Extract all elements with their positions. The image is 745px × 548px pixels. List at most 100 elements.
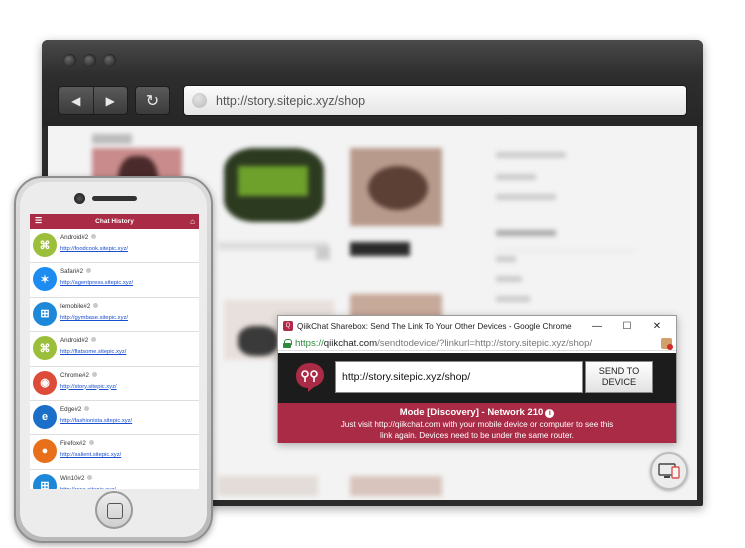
stage: ◀ ▶ ↻ http://story.sitepic.xyz/shop Q Qi… xyxy=(0,0,745,548)
sharebox-popup-window: Q QiikChat Sharebox: Send The Link To Yo… xyxy=(277,315,677,443)
address-scheme: https:// xyxy=(295,337,324,349)
edge-icon: e xyxy=(33,404,57,429)
icon-glyph: ⊞ xyxy=(40,480,50,489)
icon-glyph: ⊞ xyxy=(40,308,50,321)
chat-device-label: Chrome#2 xyxy=(60,371,89,379)
extension-icon[interactable] xyxy=(661,338,673,350)
chat-device-label: Android#2 xyxy=(60,234,89,241)
home-icon[interactable]: ⌂ xyxy=(190,214,195,229)
chat-link[interactable]: http://foodcook.sitepic.xyz/ xyxy=(60,246,128,252)
chat-history-title: Chat History xyxy=(95,218,134,225)
popup-titlebar: Q QiikChat Sharebox: Send The Link To Yo… xyxy=(278,316,676,336)
send-to-device-button[interactable]: SEND TO DEVICE xyxy=(585,361,653,393)
maximize-icon[interactable]: ☐ xyxy=(612,318,642,334)
address-bar[interactable]: http://story.sitepic.xyz/shop xyxy=(183,85,687,116)
qiikchat-logo-icon xyxy=(296,363,324,392)
chat-item[interactable]: e Edge#2 http://fashionista.sitepic.xyz/ xyxy=(30,401,199,436)
icon-glyph: ✶ xyxy=(40,273,50,286)
status-dot-icon xyxy=(88,440,94,446)
reload-icon[interactable]: ↻ xyxy=(135,86,170,115)
chat-list: ⌘ Android#2 http://foodcook.sitepic.xyz/ ✶ S… xyxy=(30,229,199,489)
popup-window-title: QiikChat Sharebox: Send The Link To Your… xyxy=(297,321,572,331)
icon-glyph: ◉ xyxy=(40,377,50,390)
windows-icon: ⊞ xyxy=(33,301,57,326)
chat-device-name: Android#2 xyxy=(60,337,97,345)
forward-icon[interactable]: ▶ xyxy=(94,87,128,114)
windows-icon: ⊞ xyxy=(33,473,57,489)
chat-device-name: Iemobile#2 xyxy=(60,302,99,310)
address-path: /sendtodevice/?linkurl=http://story.site… xyxy=(377,337,593,349)
phone-mockup: ☰ Chat History ⌂ ⌘ Android#2 http://foodco… xyxy=(14,176,213,543)
lock-icon xyxy=(283,338,292,348)
chat-device-name: Safari#2 xyxy=(60,268,92,276)
chat-link[interactable]: http://fashionista.sitepic.xyz/ xyxy=(60,418,132,424)
chat-link[interactable]: http://rosa.sitepic.xyz/ xyxy=(60,487,116,489)
android-icon: ⌘ xyxy=(33,233,57,257)
mode-status: Mode [Discovery] - Network 210 i xyxy=(278,407,676,418)
chat-device-label: Android#2 xyxy=(60,337,89,345)
chat-link[interactable]: http://agentpress.sitepic.xyz/ xyxy=(60,280,133,286)
popup-window-controls: — ☐ ✕ xyxy=(582,318,672,334)
phone-home-button[interactable] xyxy=(95,491,133,529)
chat-item[interactable]: ● Firefox#2 http://salient.sitepic.xyz/ xyxy=(30,435,199,470)
help-text: Just visit http://qiikchat.com with your… xyxy=(340,420,614,440)
chrome-icon: ◉ xyxy=(33,370,57,395)
chat-device-label: Iemobile#2 xyxy=(60,302,91,310)
chat-device-name: Edge#2 xyxy=(60,405,90,413)
status-dot-icon xyxy=(87,474,93,480)
safari-icon: ✶ xyxy=(33,267,57,292)
chat-item[interactable]: ◉ Chrome#2 http://story.sitepic.xyz/ xyxy=(30,367,199,401)
icon-glyph: ⌘ xyxy=(39,342,51,355)
status-dot-icon xyxy=(86,268,92,274)
info-icon[interactable]: i xyxy=(545,409,555,418)
discovery-footer: Mode [Discovery] - Network 210 i Just vis… xyxy=(278,403,676,443)
sharebox-panel: http://story.sitepic.xyz/shop/ SEND TO D… xyxy=(278,353,676,403)
chat-device-name: Win10#2 xyxy=(60,474,93,482)
menu-icon[interactable]: ☰ xyxy=(35,217,42,225)
devices-button[interactable] xyxy=(650,452,688,490)
window-button-close[interactable] xyxy=(63,54,76,67)
status-dot-icon xyxy=(91,337,97,343)
icon-glyph: ⌘ xyxy=(39,239,51,252)
chat-device-name: Firefox#2 xyxy=(60,440,94,447)
chat-link[interactable]: http://flatsome.sitepic.xyz/ xyxy=(60,349,126,355)
phone-speaker xyxy=(92,196,137,201)
status-dot-icon xyxy=(84,405,90,411)
address-text: http://story.sitepic.xyz/shop xyxy=(216,93,366,108)
chat-item[interactable]: ✶ Safari#2 http://agentpress.sitepic.xyz/ xyxy=(30,263,199,298)
window-button-minimize[interactable] xyxy=(83,54,96,67)
chat-link[interactable]: http://story.sitepic.xyz/ xyxy=(60,384,117,390)
browser-toolbar: ◀ ▶ ↻ http://story.sitepic.xyz/shop xyxy=(42,40,703,126)
status-dot-icon xyxy=(91,371,97,377)
status-dot-icon xyxy=(91,234,97,239)
phone-camera xyxy=(74,193,85,204)
chat-device-name: Android#2 xyxy=(60,234,97,241)
chat-device-label: Safari#2 xyxy=(60,268,84,276)
chat-device-label: Win10#2 xyxy=(60,474,85,482)
chat-item[interactable]: ⊞ Iemobile#2 http://gymbase.sitepic.xyz/ xyxy=(30,298,199,333)
close-icon[interactable]: ✕ xyxy=(642,318,672,334)
link-input[interactable]: http://story.sitepic.xyz/shop/ xyxy=(335,361,583,393)
nav-buttons: ◀ ▶ xyxy=(58,86,128,115)
android-icon: ⌘ xyxy=(33,336,57,361)
minimize-icon[interactable]: — xyxy=(582,318,612,334)
chat-device-label: Edge#2 xyxy=(60,405,82,413)
icon-glyph: ● xyxy=(41,445,49,458)
chat-item[interactable]: ⌘ Android#2 http://foodcook.sitepic.xyz/ xyxy=(30,229,199,264)
mode-status-text: Mode [Discovery] - Network 210 xyxy=(399,407,544,418)
firefox-icon: ● xyxy=(33,439,57,464)
phone-screen: ☰ Chat History ⌂ ⌘ Android#2 http://foodco… xyxy=(30,214,199,489)
chat-link[interactable]: http://gymbase.sitepic.xyz/ xyxy=(60,315,128,321)
address-domain: qiikchat.com xyxy=(323,337,378,349)
qiikchat-logo-icon: Q xyxy=(283,321,293,331)
chat-link[interactable]: http://salient.sitepic.xyz/ xyxy=(60,452,121,458)
chat-item[interactable]: ⌘ Android#2 http://flatsome.sitepic.xyz/ xyxy=(30,332,199,367)
chat-item[interactable]: ⊞ Win10#2 http://rosa.sitepic.xyz/ xyxy=(30,470,199,489)
chat-history-header: ☰ Chat History ⌂ xyxy=(30,214,199,229)
monitor-phone-icon xyxy=(658,463,680,479)
back-icon[interactable]: ◀ xyxy=(59,87,94,114)
chat-device-name: Chrome#2 xyxy=(60,371,97,379)
window-button-maximize[interactable] xyxy=(103,54,116,67)
popup-address-bar[interactable]: https:// qiikchat.com /sendtodevice/?lin… xyxy=(278,336,676,351)
icon-glyph: e xyxy=(41,410,49,423)
